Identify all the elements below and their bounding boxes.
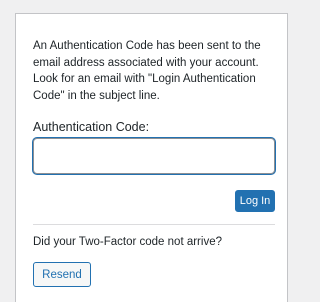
- section-divider: [33, 224, 275, 225]
- auth-code-sent-message: An Authentication Code has been sent to …: [33, 40, 261, 102]
- resend-button[interactable]: Resend: [33, 262, 91, 287]
- login-card: An Authentication Code has been sent to …: [15, 13, 288, 302]
- auth-code-input[interactable]: [33, 138, 275, 174]
- auth-code-label: Authentication Code:: [33, 120, 150, 134]
- log-in-button[interactable]: Log In: [235, 190, 275, 212]
- resend-prompt-text: Did your Two-Factor code not arrive?: [33, 236, 222, 248]
